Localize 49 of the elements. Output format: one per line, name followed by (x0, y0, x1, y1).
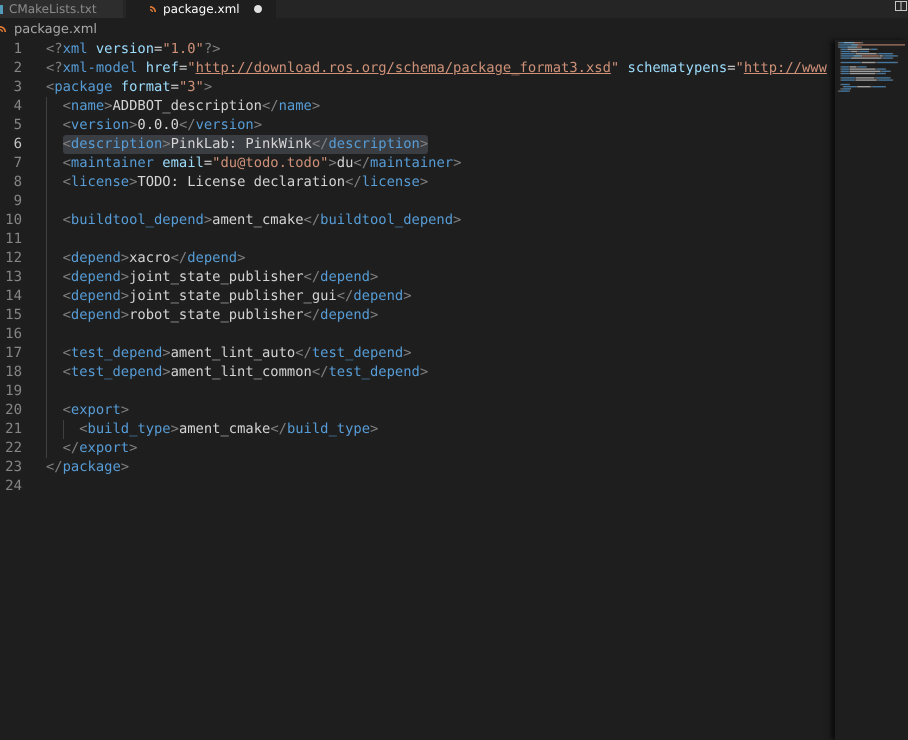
rss-icon (0, 24, 7, 34)
line-number: 16 (4, 325, 22, 344)
code-line: <depend>joint_state_publisher</depend> (62, 268, 378, 287)
line-number: 11 (4, 230, 22, 249)
editor-tab[interactable]: CMakeLists.txt (0, 0, 123, 18)
code-line: <buildtool_depend>ament_cmake</buildtool_depend> (62, 211, 462, 230)
line-number: 1 (12, 40, 22, 59)
line-number: 3 (12, 78, 22, 97)
code-line: <build_type>ament_cmake</build_type> (79, 420, 378, 439)
code-line: <version>0.0.0</version> (62, 116, 262, 135)
rss-icon (150, 4, 157, 14)
code-line: <license>TODO: License declaration</license> (62, 173, 428, 192)
code-line: </package> (46, 458, 130, 477)
code-line: <name>ADDBOT_description</name> (62, 97, 320, 116)
line-number: 6 (12, 135, 22, 154)
line-number: 13 (4, 268, 22, 287)
line-number: 5 (12, 116, 22, 135)
code-line: </export> (62, 439, 138, 458)
code-line: <depend>robot_state_publisher</depend> (62, 306, 378, 325)
line-number: 2 (12, 59, 22, 78)
line-number: 14 (4, 287, 22, 306)
line-number: 22 (4, 439, 22, 458)
code-line: <?xml-model href="http://download.ros.org/schema/package_format3.xsd" schematypens="http://www (46, 59, 827, 78)
line-number: 10 (4, 211, 22, 230)
line-number: 15 (4, 306, 22, 325)
code-line: <package format="3"> (46, 78, 212, 97)
line-number: 18 (4, 363, 22, 382)
line-number: 8 (12, 173, 22, 192)
line-number: 20 (4, 401, 22, 420)
line-number: 17 (4, 344, 22, 363)
code-line: <export> (62, 401, 130, 420)
line-number: 12 (4, 249, 22, 268)
line-number: 21 (4, 420, 22, 439)
file-icon (0, 4, 3, 14)
code-line: <depend>joint_state_publisher_gui</depend> (62, 287, 412, 306)
line-number: 23 (4, 458, 22, 477)
line-number: 24 (4, 477, 22, 496)
code-line: <depend>xacro</depend> (62, 249, 246, 268)
code-line: <test_depend>ament_lint_auto</test_depend> (62, 344, 412, 363)
code-line: <test_depend>ament_lint_common</test_depend> (62, 363, 428, 382)
line-number: 7 (12, 154, 22, 173)
breadcrumb-item[interactable]: package.xml (14, 22, 97, 36)
split-editor-icon[interactable] (895, 1, 907, 11)
line-number: 9 (12, 192, 22, 211)
code-line: <?xml version="1.0"?> (46, 40, 220, 59)
line-number: 4 (12, 97, 22, 116)
editor-tab[interactable]: package.xml (126, 0, 276, 18)
line-number: 19 (4, 382, 22, 401)
code-line: <maintainer email="du@todo.todo">du</maintainer> (62, 154, 462, 173)
